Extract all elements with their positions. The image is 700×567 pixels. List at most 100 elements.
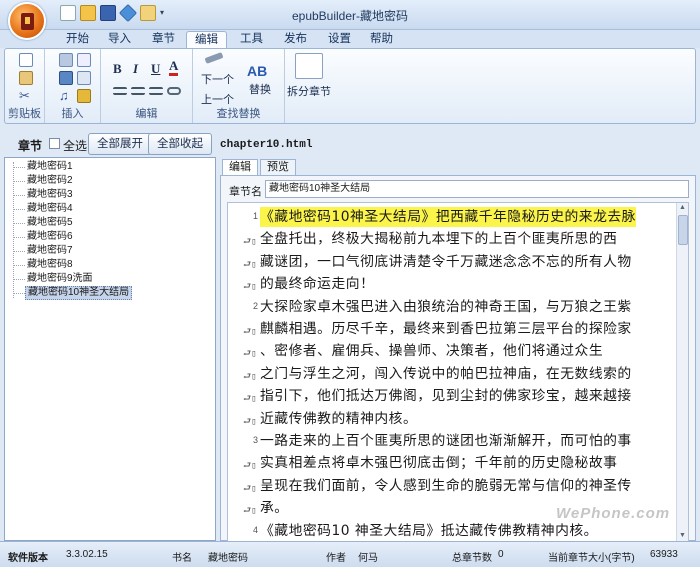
version-value: 3.3.02.15 bbox=[66, 549, 108, 560]
chapter-name-input[interactable]: 藏地密码10神圣大结局 bbox=[265, 180, 689, 198]
app-menu-button[interactable] bbox=[8, 2, 46, 40]
tab-settings[interactable]: 设置 bbox=[320, 31, 359, 48]
chapter-label: 章节 bbox=[18, 139, 43, 153]
cut-icon[interactable]: ✂ bbox=[19, 89, 33, 103]
tab-edit[interactable]: 编辑 bbox=[186, 31, 227, 48]
tab-publish[interactable]: 发布 bbox=[276, 31, 315, 48]
underline-button[interactable]: U bbox=[151, 61, 160, 77]
collapse-all-button[interactable]: 全部收起 bbox=[148, 133, 212, 155]
editor-line[interactable]: 4 《藏地密码10 神圣大结局》抵达藏传佛教精神内核。 bbox=[228, 520, 688, 541]
window-title: epubBuilder-藏地密码 bbox=[291, 9, 409, 23]
tab-tools[interactable]: 工具 bbox=[232, 31, 271, 48]
line-number: 3 bbox=[252, 435, 258, 445]
tab-import[interactable]: 导入 bbox=[100, 31, 139, 48]
content-editor[interactable]: 1 《藏地密码10神圣大结局》把西藏千年隐秘历史的来龙去脉 ⮐▯ 全盘托出，终极大揭秘… bbox=[227, 202, 689, 542]
wrap-marker-icon: ⮐▯ bbox=[243, 282, 257, 293]
editor-line[interactable]: ⮐▯ 藏谜团，一口气彻底讲清楚令千万藏迷念念不忘的所有人物 bbox=[228, 251, 688, 274]
edit-group-label: 编辑 bbox=[135, 108, 158, 120]
select-all-label[interactable]: 全选 bbox=[63, 137, 87, 154]
line-text: 麒麟相遇。历尽千辛，最终来到香巴拉第三层平台的探险家 bbox=[260, 321, 632, 337]
copy-icon[interactable] bbox=[19, 53, 33, 67]
line-number: 1 bbox=[252, 211, 258, 221]
editor-line[interactable]: 3 一路走来的上百个匪夷所思的谜团也渐渐解开，而可怕的事 bbox=[228, 430, 688, 453]
wrap-marker-icon: ⮐▯ bbox=[243, 259, 257, 270]
tab-help[interactable]: 帮助 bbox=[362, 31, 401, 48]
chapter-toolbar: 章节 全选 全部展开 全部收起 chapter10.html bbox=[4, 131, 696, 157]
italic-button[interactable]: I bbox=[133, 61, 138, 77]
clipboard-group: ✂ 剪贴板 bbox=[5, 49, 45, 123]
scroll-down-icon[interactable]: ▼ bbox=[679, 532, 687, 539]
chapter-name-label: 章节名 bbox=[229, 186, 262, 198]
wrap-marker-icon: ⮐▯ bbox=[243, 371, 257, 382]
wrap-marker-icon: ⮐▯ bbox=[243, 349, 257, 360]
editor-line[interactable]: 1 《藏地密码10神圣大结局》把西藏千年隐秘历史的来龙去脉 bbox=[228, 206, 688, 229]
paste-icon[interactable] bbox=[19, 71, 33, 85]
music-icon[interactable]: ♫ bbox=[59, 89, 73, 103]
vertical-scrollbar[interactable]: ▲ ▼ bbox=[676, 203, 688, 541]
editor-panel: 编辑 预览 章节名 藏地密码10神圣大结局 1 《藏地密码10神圣大结局》把西藏千… bbox=[220, 157, 696, 542]
edit-group: B I U A 编辑 bbox=[101, 49, 193, 123]
editor-line[interactable]: ⮐▯ 实真相差点将卓木强巴彻底击倒；千年前的历史隐秘故事 bbox=[228, 452, 688, 475]
line-text: 指引下，他们抵达万佛阁，见到尘封的佛家珍宝，越来越接 bbox=[260, 388, 632, 405]
split-chapter-button[interactable]: 拆分章节 bbox=[287, 83, 331, 99]
video-icon[interactable] bbox=[77, 89, 91, 103]
wrap-marker-icon: ⮐▯ bbox=[243, 506, 257, 517]
font-color-button[interactable]: A bbox=[169, 59, 179, 76]
table-icon[interactable] bbox=[59, 71, 73, 85]
replace-icon[interactable]: AB bbox=[247, 63, 267, 79]
tab-edit-view[interactable]: 编辑 bbox=[222, 159, 258, 176]
align-left-icon[interactable] bbox=[113, 87, 127, 95]
scroll-up-icon[interactable]: ▲ bbox=[679, 204, 687, 211]
line-text: 的最终命运走向！ bbox=[260, 276, 375, 293]
tab-chapter[interactable]: 章节 bbox=[144, 31, 183, 48]
author-label: 作者 bbox=[326, 553, 346, 564]
line-text: 大探险家卓木强巴进入由狼统治的神奇王国，与万狼之王紫 bbox=[260, 298, 632, 315]
line-text: 藏谜团，一口气彻底讲清楚令千万藏迷念念不忘的所有人物 bbox=[260, 253, 632, 270]
link-icon[interactable] bbox=[167, 87, 181, 95]
eraser-icon[interactable] bbox=[204, 52, 224, 64]
editor-line[interactable]: ⮐▯ 近藏传佛教的精神内核。 bbox=[228, 408, 688, 431]
editor-line[interactable]: 2 大探险家卓木强巴进入由狼统治的神奇王国，与万狼之王紫 bbox=[228, 296, 688, 319]
ribbon-panel: ✂ 剪贴板 ♫ 插入 B I U A 编辑 下一个 上一个 AB 替换 查找替换… bbox=[4, 48, 696, 124]
insert-group: ♫ 插入 bbox=[45, 49, 101, 123]
chapter-size-value: 63933 bbox=[650, 549, 678, 560]
editor-line[interactable]: ⮐▯ 指引下，他们抵达万佛阁，见到尘封的佛家珍宝，越来越接 bbox=[228, 385, 688, 408]
scroll-thumb[interactable] bbox=[678, 215, 688, 245]
line-text: 近藏传佛教的精神内核。 bbox=[260, 410, 418, 427]
expand-all-button[interactable]: 全部展开 bbox=[88, 133, 152, 155]
align-right-icon[interactable] bbox=[149, 87, 163, 95]
book-label: 书名 bbox=[172, 553, 192, 564]
ribbon-tabs: 开始 导入 章节 编辑 工具 发布 设置 帮助 bbox=[0, 30, 700, 48]
line-text: 实真相差点将卓木强巴彻底击倒；千年前的历史隐秘故事 bbox=[260, 455, 618, 472]
wrap-marker-icon: ⮐▯ bbox=[243, 237, 257, 248]
editor-line[interactable]: ⮐▯ 全盘托出，终极大揭秘前九本埋下的上百个匪夷所思的西 bbox=[228, 228, 688, 251]
wrap-marker-icon: ⮐▯ bbox=[243, 416, 257, 427]
find-next-button[interactable]: 下一个 bbox=[201, 71, 234, 87]
wrap-marker-icon: ⮐▯ bbox=[243, 394, 257, 405]
editor-line[interactable]: ⮐▯ 的最终命运走向！ bbox=[228, 273, 688, 296]
book-icon bbox=[21, 13, 34, 30]
book-value: 藏地密码 bbox=[208, 553, 248, 564]
highlighted-text: 《藏地密码10神圣大结局》把西藏千年隐秘历史的来龙去脉 bbox=[260, 207, 636, 227]
line-text: 承。 bbox=[260, 500, 289, 517]
image-icon[interactable] bbox=[59, 53, 73, 67]
bold-button[interactable]: B bbox=[113, 61, 122, 77]
editor-line[interactable]: ⮐▯ 呈现在我们面前，令人感到生命的脆弱无常与信仰的神圣传 bbox=[228, 475, 688, 498]
tab-preview[interactable]: 预览 bbox=[260, 159, 296, 175]
editor-line[interactable]: ⮐▯ 麒麟相遇。历尽千辛，最终来到香巴拉第三层平台的探险家 bbox=[228, 318, 688, 341]
align-center-icon[interactable] bbox=[131, 87, 145, 95]
list-icon[interactable] bbox=[77, 53, 91, 67]
editor-line[interactable]: ⮐▯ 之门与浮生之河，闯入传说中的帕巴拉神庙，在无数线索的 bbox=[228, 363, 688, 386]
replace-button[interactable]: 替换 bbox=[249, 81, 271, 97]
bullet-icon[interactable] bbox=[77, 71, 91, 85]
line-number: 4 bbox=[252, 524, 258, 535]
wrap-marker-icon: ⮐▯ bbox=[243, 327, 257, 337]
line-text: 之门与浮生之河，闯入传说中的帕巴拉神庙，在无数线索的 bbox=[260, 365, 632, 382]
split-chapter-icon[interactable] bbox=[295, 53, 323, 79]
editor-line[interactable]: ⮐▯ 、密修者、雇佣兵、操兽师、决策者，他们将通过众生 bbox=[228, 340, 688, 363]
chapter-tree[interactable]: 藏地密码1 藏地密码2 藏地密码3 藏地密码4 藏地密码5 藏地密码6 藏地密码… bbox=[4, 157, 216, 541]
wrap-marker-icon: ⮐▯ bbox=[243, 483, 257, 494]
line-text: 、密修者、雇佣兵、操兽师、决策者，他们将通过众生 bbox=[260, 343, 604, 360]
select-all-checkbox[interactable] bbox=[49, 138, 60, 149]
tab-start[interactable]: 开始 bbox=[58, 31, 97, 48]
